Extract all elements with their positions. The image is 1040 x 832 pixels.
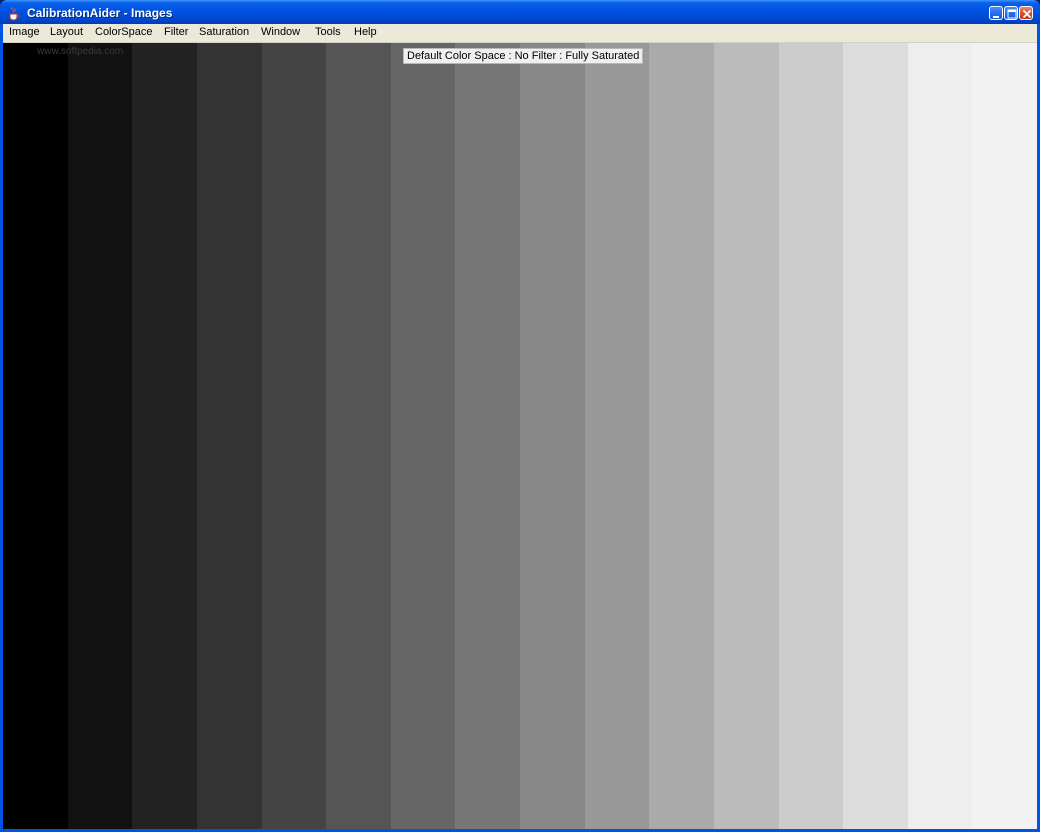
- gray-step-bar-12: [714, 43, 779, 829]
- gray-step-bar-10: [585, 43, 649, 829]
- watermark: www.softpedia.com: [37, 46, 124, 57]
- menu-help[interactable]: Help: [354, 24, 377, 43]
- menu-image[interactable]: Image: [9, 24, 40, 43]
- grayscale-image-canvas[interactable]: www.softpedia.com Default Color Space : …: [3, 43, 1037, 829]
- minimize-icon: [993, 16, 999, 18]
- menu-layout[interactable]: Layout: [50, 24, 83, 43]
- menu-colorspace[interactable]: ColorSpace: [95, 24, 152, 43]
- gray-step-bars: [3, 43, 1037, 829]
- close-button[interactable]: [1019, 6, 1033, 20]
- gray-step-bar-1: [3, 43, 68, 829]
- gray-step-bar-14: [843, 43, 908, 829]
- maximize-icon: [1007, 9, 1017, 19]
- menu-saturation[interactable]: Saturation: [199, 24, 249, 43]
- window-border-left: [0, 24, 3, 832]
- status-label: Default Color Space : No Filter : Fully …: [403, 48, 644, 64]
- gray-step-bar-9: [520, 43, 585, 829]
- app-window: CalibrationAider - Images Image Layout C…: [0, 0, 1040, 832]
- minimize-button[interactable]: [989, 6, 1003, 20]
- gray-step-bar-3: [132, 43, 197, 829]
- java-cup-icon[interactable]: [6, 5, 22, 21]
- gray-step-bar-5: [262, 43, 326, 829]
- menu-filter[interactable]: Filter: [164, 24, 188, 43]
- gray-step-bar-15: [908, 43, 972, 829]
- gray-step-bar-2: [68, 43, 132, 829]
- window-title: CalibrationAider - Images: [27, 6, 173, 20]
- gray-step-bar-6: [326, 43, 391, 829]
- menu-tools[interactable]: Tools: [315, 24, 341, 43]
- gray-step-bar-8: [455, 43, 520, 829]
- gray-step-bar-7: [391, 43, 455, 829]
- close-icon: [1022, 9, 1032, 19]
- gray-step-bar-11: [649, 43, 714, 829]
- menu-bar: Image Layout ColorSpace Filter Saturatio…: [3, 24, 1037, 43]
- menu-window[interactable]: Window: [261, 24, 300, 43]
- gray-step-bar-16: [972, 43, 1037, 829]
- title-bar[interactable]: CalibrationAider - Images: [0, 0, 1040, 24]
- gray-step-bar-4: [197, 43, 262, 829]
- maximize-button[interactable]: [1004, 6, 1018, 20]
- gray-step-bar-13: [779, 43, 843, 829]
